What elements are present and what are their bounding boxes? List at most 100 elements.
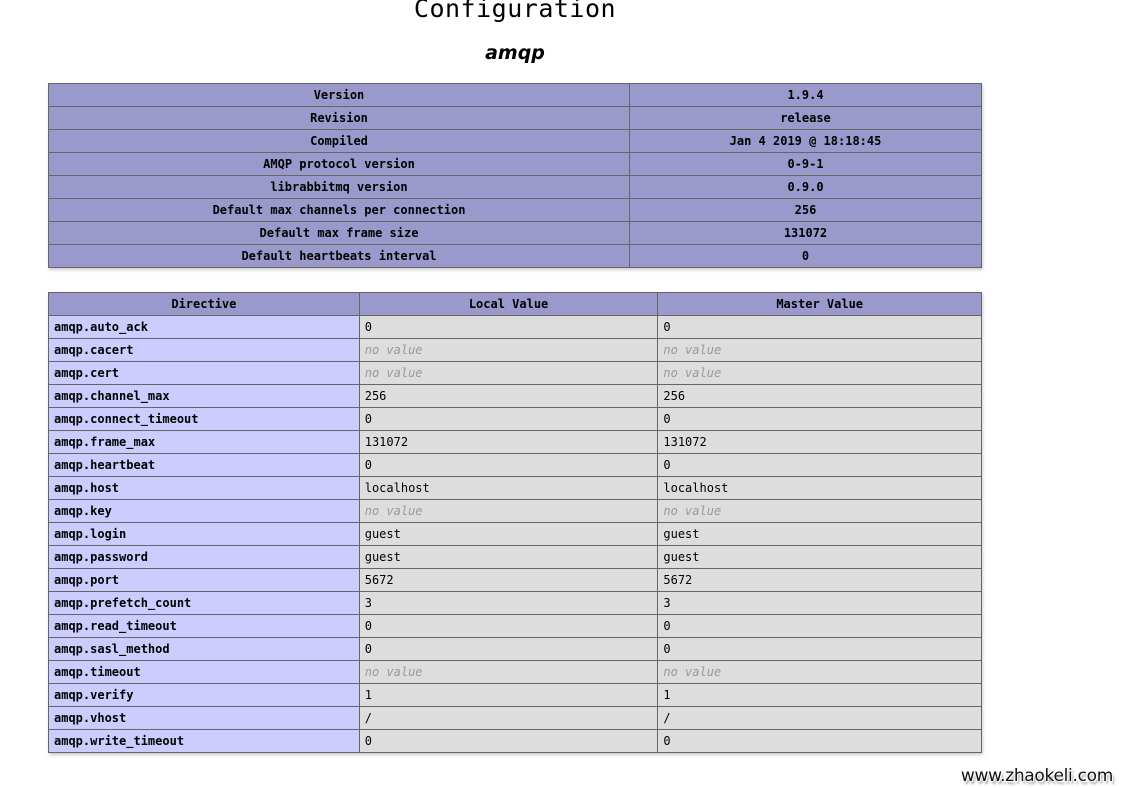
local-value-cell: 1 xyxy=(358,683,659,707)
no-value-text: no value xyxy=(663,343,722,357)
master-value-cell: no value xyxy=(657,499,982,523)
directive-row: amqp.host localhost localhost xyxy=(48,476,982,500)
directive-name: amqp.prefetch_count xyxy=(48,591,360,615)
info-value: 1.9.4 xyxy=(629,83,982,107)
local-value-cell: guest xyxy=(358,522,659,546)
info-value: 131072 xyxy=(629,221,982,245)
watermark: www.zhaokeli.com xyxy=(960,766,1113,786)
page-title: Configuration xyxy=(413,0,617,23)
directive-name: amqp.channel_max xyxy=(48,384,360,408)
info-row: Default max frame size 131072 xyxy=(48,221,982,245)
local-value-cell: 131072 xyxy=(358,430,659,454)
info-row: librabbitmq version 0.9.0 xyxy=(48,175,982,199)
directive-column-header: Directive xyxy=(48,292,360,316)
directive-row: amqp.auto_ack 0 0 xyxy=(48,315,982,339)
master-value-cell: 0 xyxy=(657,407,982,431)
master-value-cell: localhost xyxy=(657,476,982,500)
directive-name: amqp.host xyxy=(48,476,360,500)
directive-name: amqp.timeout xyxy=(48,660,360,684)
info-value: 256 xyxy=(629,198,982,222)
directive-row: amqp.login guest guest xyxy=(48,522,982,546)
master-value-cell: 3 xyxy=(657,591,982,615)
info-row: AMQP protocol version 0-9-1 xyxy=(48,152,982,176)
no-value-text: no value xyxy=(663,366,722,380)
no-value-text: no value xyxy=(364,504,423,518)
directive-name: amqp.password xyxy=(48,545,360,569)
local-value-cell: guest xyxy=(358,545,659,569)
no-value-text: no value xyxy=(364,665,423,679)
directive-name: amqp.sasl_method xyxy=(48,637,360,661)
directive-row: amqp.vhost / / xyxy=(48,706,982,730)
module-info-table: Version 1.9.4 Revision release Compiled Jan 4… xyxy=(48,83,982,268)
local-value-cell: 5672 xyxy=(358,568,659,592)
local-value-cell: 256 xyxy=(358,384,659,408)
local-value-cell: / xyxy=(358,706,659,730)
directive-name: amqp.read_timeout xyxy=(48,614,360,638)
directive-name: amqp.key xyxy=(48,499,360,523)
info-key: Default max frame size xyxy=(48,221,630,245)
local-value-cell: 0 xyxy=(358,614,659,638)
master-value-cell: / xyxy=(657,706,982,730)
master-value-cell: no value xyxy=(657,660,982,684)
info-key: Default heartbeats interval xyxy=(48,244,630,268)
no-value-text: no value xyxy=(663,504,722,518)
master-value-cell: guest xyxy=(657,545,982,569)
directive-row: amqp.frame_max 131072 131072 xyxy=(48,430,982,454)
directive-row: amqp.read_timeout 0 0 xyxy=(48,614,982,638)
info-row: Revision release xyxy=(48,106,982,130)
info-row: Compiled Jan 4 2019 @ 18:18:45 xyxy=(48,129,982,153)
master-value-cell: no value xyxy=(657,338,982,362)
master-value-cell: no value xyxy=(657,361,982,385)
no-value-text: no value xyxy=(364,343,423,357)
directive-name: amqp.cacert xyxy=(48,338,360,362)
directive-row: amqp.channel_max 256 256 xyxy=(48,384,982,408)
master-value-cell: guest xyxy=(657,522,982,546)
directives-header-row: Directive Local Value Master Value xyxy=(48,292,982,316)
directive-name: amqp.port xyxy=(48,568,360,592)
directive-row: amqp.connect_timeout 0 0 xyxy=(48,407,982,431)
master-value-cell: 0 xyxy=(657,614,982,638)
master-value-cell: 5672 xyxy=(657,568,982,592)
master-value-cell: 0 xyxy=(657,315,982,339)
directive-row: amqp.port 5672 5672 xyxy=(48,568,982,592)
directive-row: amqp.key no value no value xyxy=(48,499,982,523)
local-value-cell: no value xyxy=(358,660,659,684)
info-row: Default heartbeats interval 0 xyxy=(48,244,982,268)
info-row: Version 1.9.4 xyxy=(48,83,982,107)
master-value-column-header: Master Value xyxy=(657,292,982,316)
info-key: librabbitmq version xyxy=(48,175,630,199)
info-value: 0.9.0 xyxy=(629,175,982,199)
info-key: AMQP protocol version xyxy=(48,152,630,176)
directive-name: amqp.cert xyxy=(48,361,360,385)
local-value-cell: no value xyxy=(358,499,659,523)
directive-name: amqp.frame_max xyxy=(48,430,360,454)
phpinfo-page: Configuration amqp Version 1.9.4 Revision r… xyxy=(0,0,1121,788)
directive-row: amqp.write_timeout 0 0 xyxy=(48,729,982,753)
directive-name: amqp.verify xyxy=(48,683,360,707)
master-value-cell: 1 xyxy=(657,683,982,707)
directive-name: amqp.auto_ack xyxy=(48,315,360,339)
local-value-cell: 0 xyxy=(358,729,659,753)
local-value-cell: 3 xyxy=(358,591,659,615)
directive-name: amqp.write_timeout xyxy=(48,729,360,753)
directive-row: amqp.cacert no value no value xyxy=(48,338,982,362)
directive-row: amqp.timeout no value no value xyxy=(48,660,982,684)
local-value-cell: 0 xyxy=(358,315,659,339)
local-value-cell: 0 xyxy=(358,453,659,477)
directive-name: amqp.vhost xyxy=(48,706,360,730)
directive-row: amqp.prefetch_count 3 3 xyxy=(48,591,982,615)
directive-row: amqp.verify 1 1 xyxy=(48,683,982,707)
local-value-cell: localhost xyxy=(358,476,659,500)
info-value: 0-9-1 xyxy=(629,152,982,176)
no-value-text: no value xyxy=(663,665,722,679)
directive-row: amqp.sasl_method 0 0 xyxy=(48,637,982,661)
module-title: amqp xyxy=(485,42,545,64)
info-key: Compiled xyxy=(48,129,630,153)
local-value-cell: 0 xyxy=(358,407,659,431)
info-row: Default max channels per connection 256 xyxy=(48,198,982,222)
no-value-text: no value xyxy=(364,366,423,380)
directive-name: amqp.connect_timeout xyxy=(48,407,360,431)
info-value: 0 xyxy=(629,244,982,268)
master-value-cell: 131072 xyxy=(657,430,982,454)
directive-row: amqp.cert no value no value xyxy=(48,361,982,385)
